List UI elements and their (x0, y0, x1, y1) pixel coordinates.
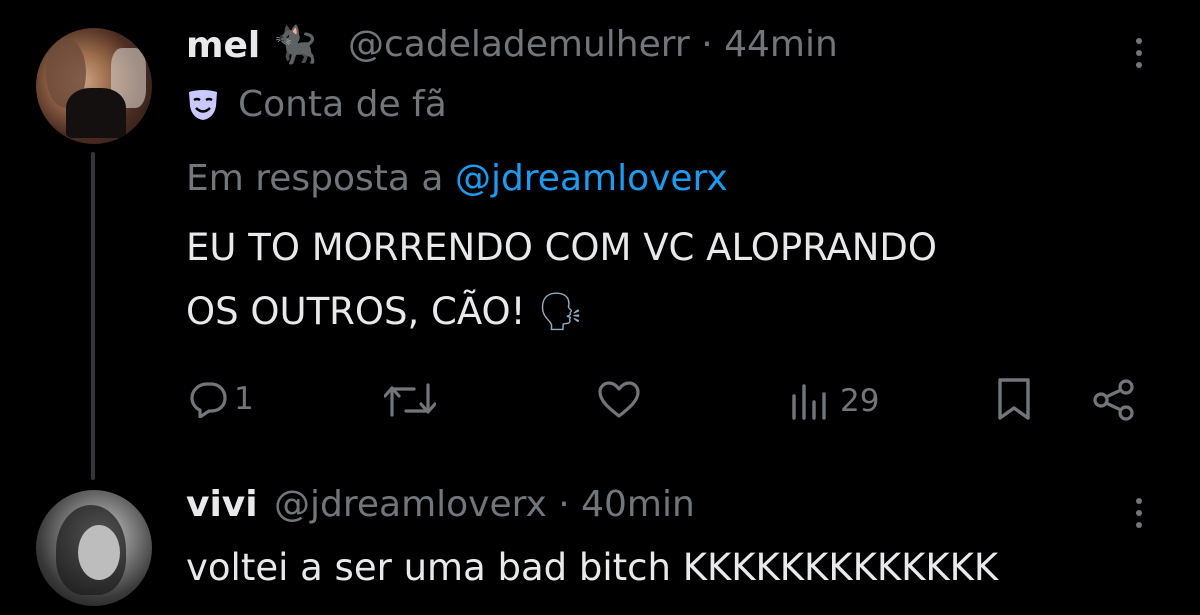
share-button[interactable] (1092, 379, 1136, 421)
post2-handle[interactable]: @jdreamloverx (274, 484, 547, 525)
share-icon (1093, 379, 1134, 421)
heart-icon (598, 381, 640, 418)
reply-to-link[interactable]: @jdreamloverx (455, 158, 728, 199)
post1-meta: @cadelademulherr · 44min (348, 24, 838, 65)
bookmark-icon (998, 378, 1030, 420)
avatar-vivi[interactable] (36, 490, 152, 606)
views-button[interactable]: 29 (790, 382, 879, 420)
post1-text-line2: OS OUTROS, CÃO! 🗣 (186, 290, 585, 333)
reply-icon (190, 382, 227, 418)
avatar-mel[interactable] (36, 28, 152, 144)
post2-text: voltei a ser uma bad bitch KKKKKKKKKKKKK (186, 546, 999, 589)
more-options-icon[interactable] (1136, 38, 1144, 74)
reply-context: Em resposta a @jdreamloverx (186, 158, 728, 199)
post2-separator: · (558, 484, 570, 525)
more-options-icon[interactable] (1136, 498, 1144, 534)
post1-time[interactable]: 44min (724, 24, 838, 65)
theater-mask-icon (189, 89, 217, 120)
post1-separator: · (701, 24, 713, 65)
reply-count: 1 (234, 381, 254, 417)
views-count: 29 (840, 383, 880, 419)
repost-button[interactable] (384, 381, 436, 419)
repost-icon (384, 383, 436, 417)
reply-button[interactable]: 1 (190, 380, 254, 418)
post2-display-name[interactable]: vivi (186, 484, 258, 525)
speaking-head-emoji: 🗣 (537, 290, 585, 333)
thread-line (91, 152, 95, 480)
post1-display-name[interactable]: mel 🐈‍⬛ (186, 24, 318, 66)
fan-account-label: Conta de fã (238, 84, 447, 125)
views-icon (792, 384, 826, 420)
cat-emoji: 🐈‍⬛ (272, 25, 318, 66)
fan-account-badge: Conta de fã (186, 84, 447, 125)
post1-text-line1: EU TO MORRENDO COM VC ALOPRANDO (186, 226, 938, 269)
post1-handle[interactable]: @cadelademulherr (348, 24, 690, 65)
post2-meta: @jdreamloverx · 40min (274, 484, 695, 525)
bookmark-button[interactable] (996, 377, 1032, 421)
post2-time[interactable]: 40min (581, 484, 695, 525)
like-button[interactable] (597, 381, 641, 419)
reply-prefix: Em resposta a (186, 158, 444, 199)
